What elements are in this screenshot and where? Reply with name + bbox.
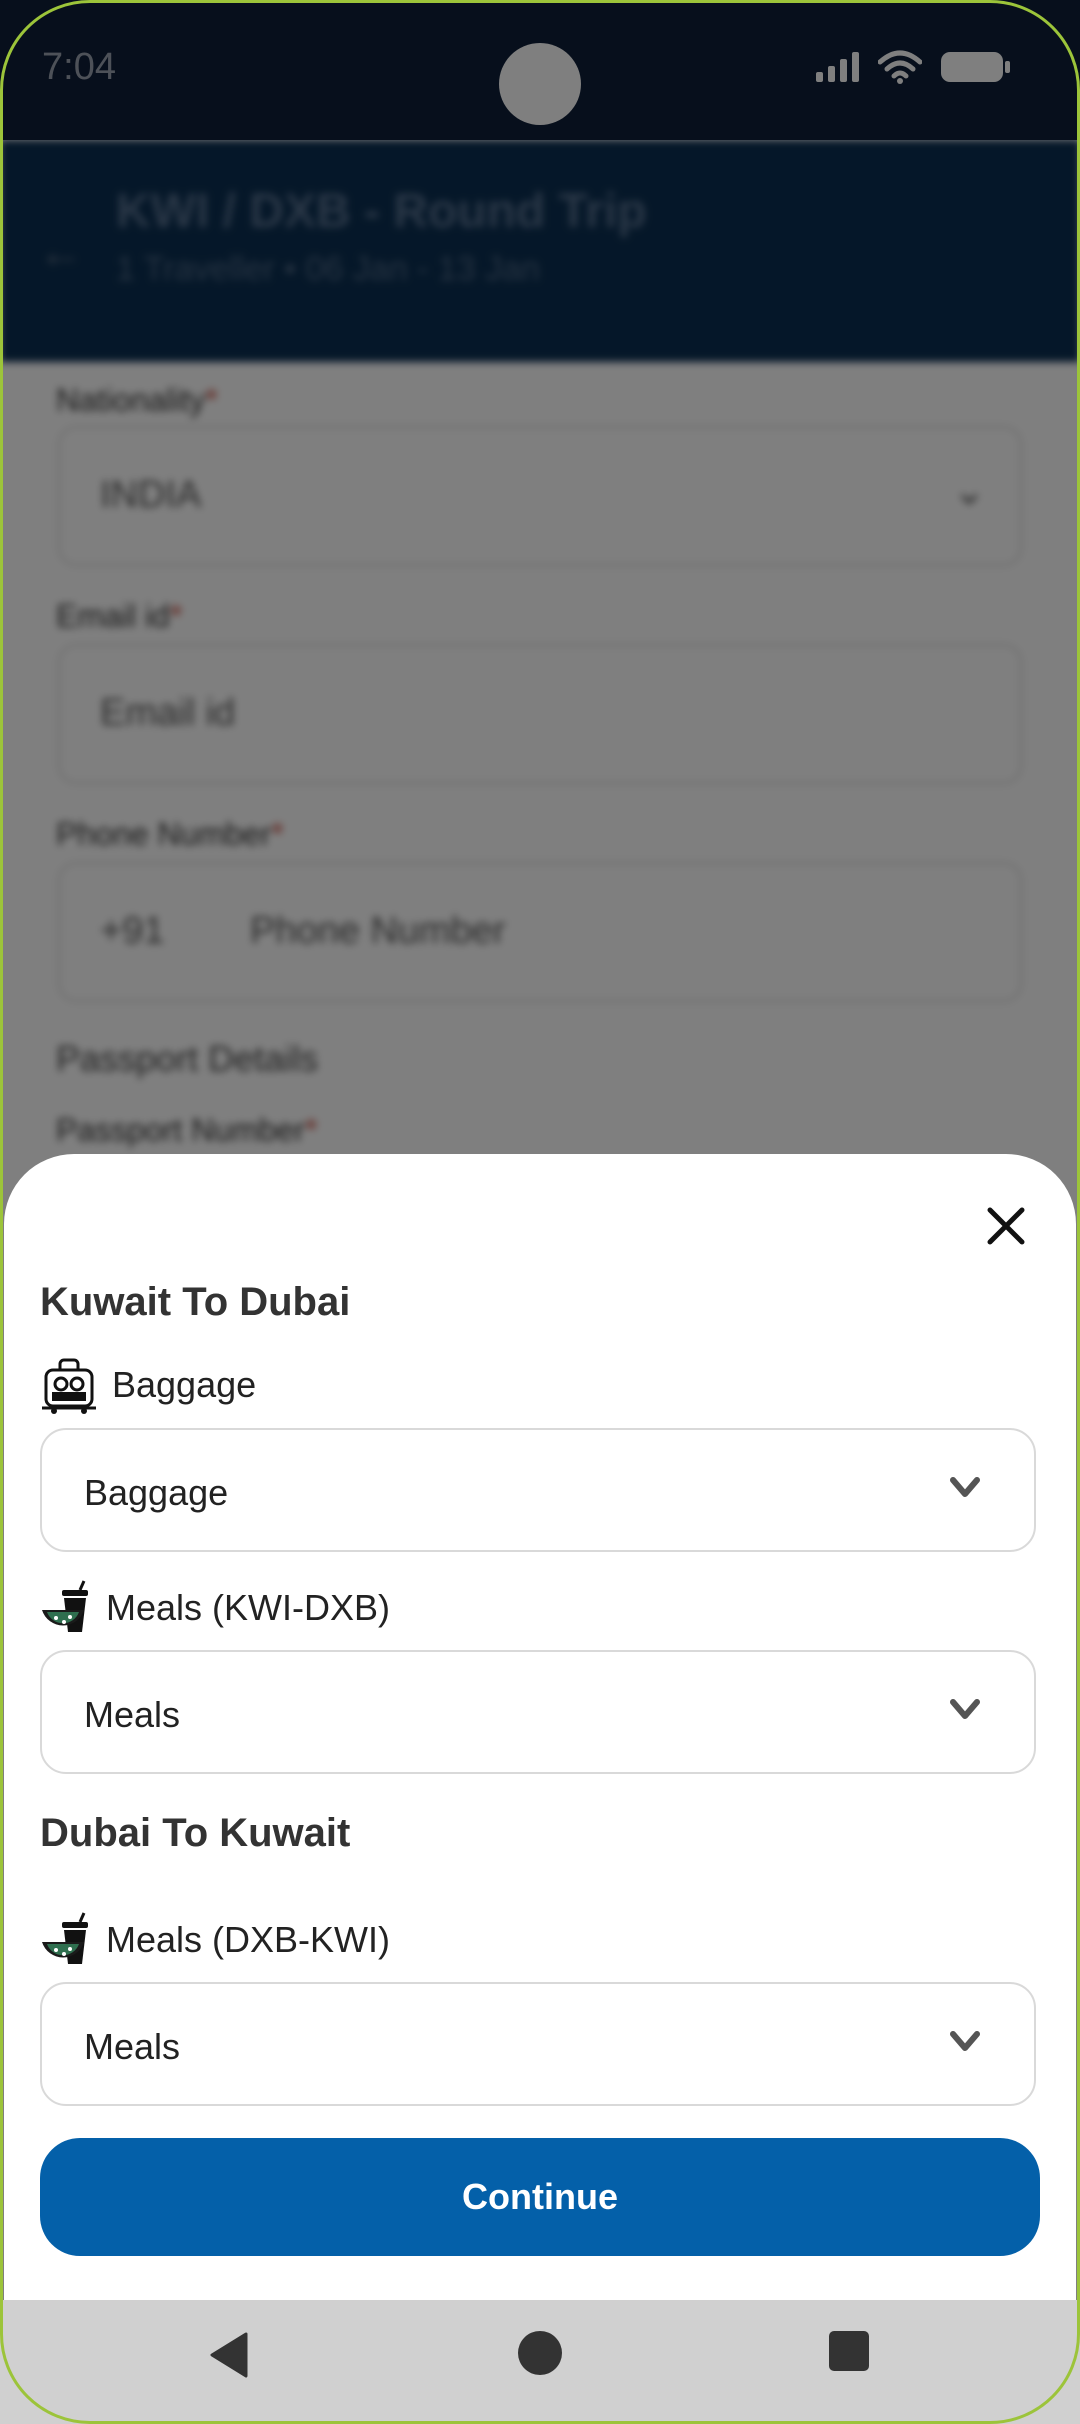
outbound-meals-select[interactable]: Meals — [40, 1650, 1036, 1774]
return-section-title: Dubai To Kuwait — [40, 1811, 351, 1855]
outbound-section-title: Kuwait To Dubai — [40, 1280, 351, 1324]
baggage-select[interactable]: Baggage — [40, 1428, 1036, 1552]
baggage-select-value: Baggage — [84, 1472, 229, 1513]
baggage-icon — [42, 1358, 96, 1414]
meal-icon — [42, 1580, 88, 1632]
chevron-down-icon — [950, 1699, 980, 1719]
outbound-meals-select-value: Meals — [84, 1694, 181, 1735]
nav-home-icon[interactable] — [517, 2330, 563, 2376]
return-meals-header: Meals (DXB-KWI) — [40, 1912, 390, 1968]
return-meals-select[interactable]: Meals — [40, 1982, 1036, 2106]
meal-icon — [42, 1912, 88, 1964]
close-icon[interactable] — [976, 1196, 1036, 1256]
chevron-down-icon — [950, 1477, 980, 1497]
return-meals-select-value: Meals — [84, 2026, 181, 2067]
outbound-meals-label: Meals (KWI-DXB) — [106, 1587, 391, 1628]
phone-screen: ← KWI / DXB - Round Trip 1 Traveller • 0… — [0, 0, 1080, 2424]
baggage-label: Baggage — [112, 1364, 257, 1405]
chevron-down-icon — [950, 2031, 980, 2051]
return-meals-label: Meals (DXB-KWI) — [106, 1919, 391, 1960]
navigation-bar — [0, 2300, 1080, 2424]
outbound-meals-header: Meals (KWI-DXB) — [40, 1580, 390, 1636]
baggage-header: Baggage — [40, 1356, 256, 1414]
nav-recents-icon[interactable] — [828, 2330, 870, 2372]
nav-back-icon[interactable] — [206, 2330, 250, 2380]
continue-button[interactable]: Continue — [40, 2138, 1040, 2256]
